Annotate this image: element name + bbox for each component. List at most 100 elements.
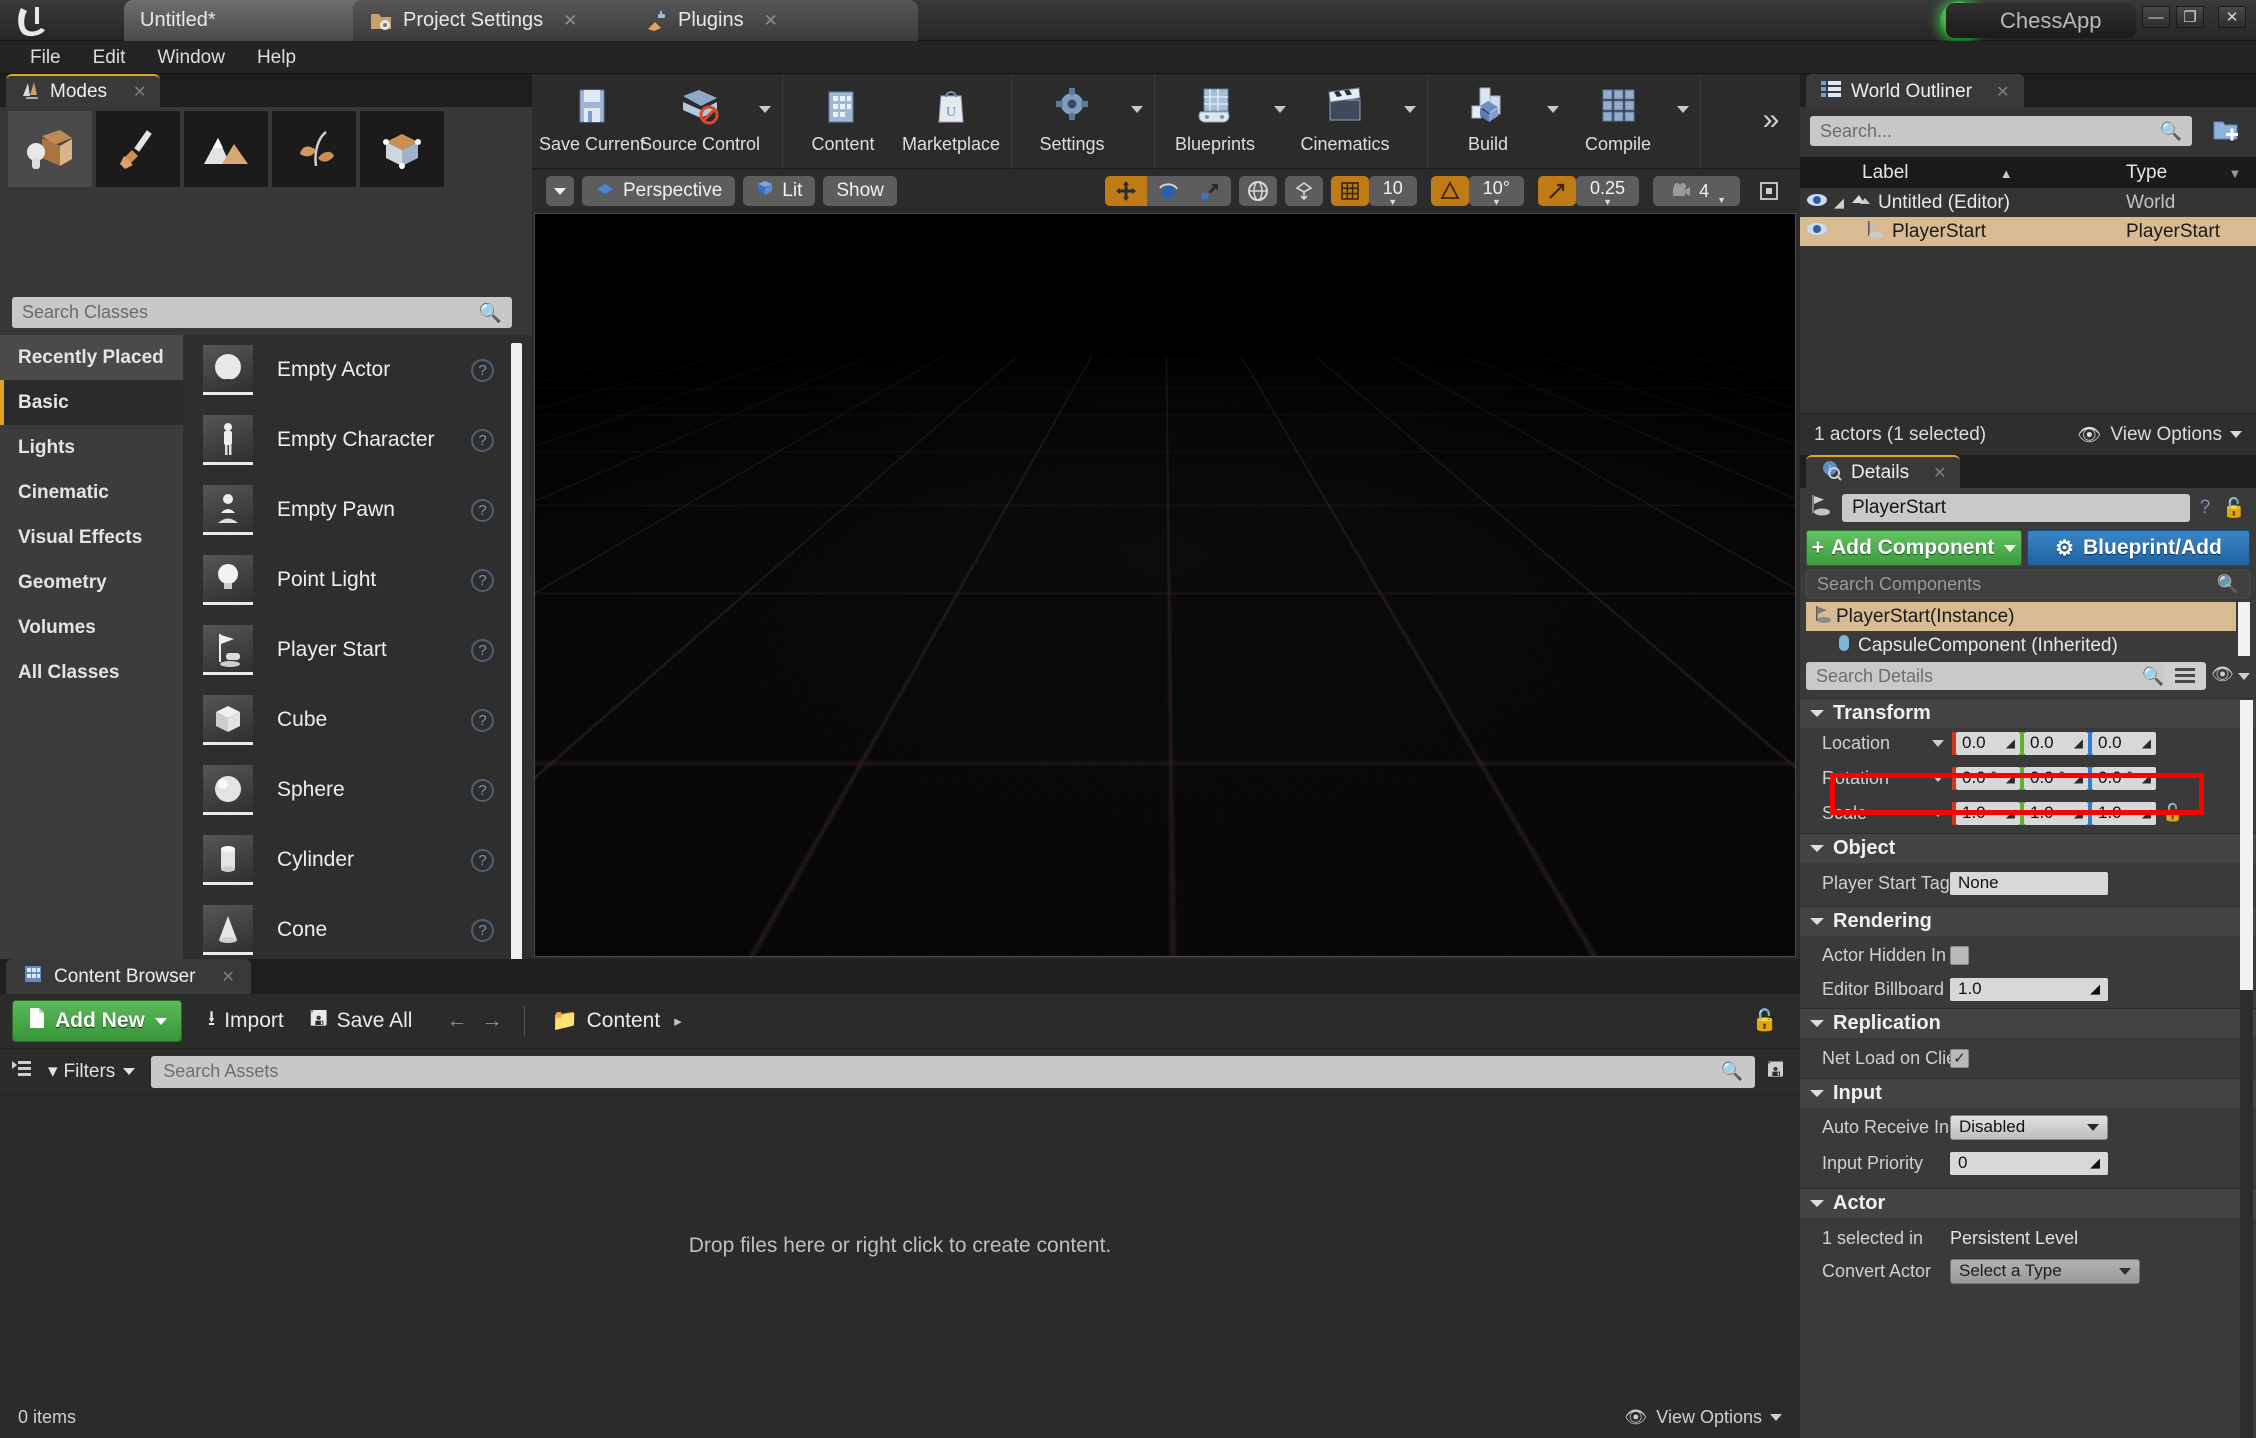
spinner-icon[interactable]: ◢ <box>2006 806 2015 820</box>
visibility-eye-icon[interactable] <box>1800 192 1834 214</box>
toolbar-overflow-button[interactable]: » <box>1746 74 1796 166</box>
actor-name-field[interactable]: PlayerStart <box>1842 494 2190 522</box>
spinner-icon[interactable]: ◢ <box>2090 981 2100 997</box>
rotation-y-input[interactable]: 0.0 ° ◢ <box>2020 766 2088 790</box>
rotate-tool-button[interactable] <box>1147 176 1189 206</box>
spinner-icon[interactable]: ◢ <box>2074 736 2083 750</box>
viewport-options-button[interactable] <box>546 176 574 206</box>
section-header-transform[interactable]: Transform <box>1800 698 2256 728</box>
place-mode-button[interactable] <box>8 111 92 187</box>
menu-edit[interactable]: Edit <box>77 41 142 74</box>
angle-snap-dropdown[interactable]: 10° ▼ <box>1468 176 1525 206</box>
list-item[interactable]: Cone ? <box>183 895 532 959</box>
import-button[interactable]: ⭳ Import <box>208 1004 284 1039</box>
save-current-button[interactable]: Save Current <box>538 74 646 166</box>
scale-x-input[interactable]: 1.0 ◢ <box>1952 801 2020 825</box>
tab-details[interactable]: i Details ✕ <box>1806 455 1961 488</box>
geometry-editing-mode-button[interactable] <box>360 111 444 187</box>
source-control-button[interactable]: Source Control <box>640 74 760 166</box>
scale-snap-toggle[interactable] <box>1538 176 1577 206</box>
rotation-dropdown-icon[interactable] <box>1932 774 1944 782</box>
compile-dropdown-icon[interactable] <box>1672 74 1694 166</box>
grid-snap-toggle[interactable] <box>1330 176 1369 206</box>
surface-snap-toggle[interactable] <box>1284 176 1323 206</box>
help-icon[interactable]: ? <box>471 778 494 802</box>
spinner-icon[interactable]: ◢ <box>2006 736 2015 750</box>
world-coords-toggle[interactable] <box>1238 176 1277 206</box>
menu-file[interactable]: File <box>14 41 77 74</box>
list-item[interactable]: Sphere ? <box>183 755 532 825</box>
location-y-input[interactable]: 0.0 ◢ <box>2020 731 2088 755</box>
net-load-on-client-checkbox[interactable]: ✓ <box>1950 1048 1969 1068</box>
maximize-viewport-icon[interactable] <box>1750 176 1788 206</box>
tab-untitled[interactable]: Untitled* <box>124 0 374 41</box>
content-view-options-button[interactable]: 👁 View Options <box>1624 1407 1782 1428</box>
playerstart-actor-gizmo[interactable] <box>990 449 1350 749</box>
list-item[interactable]: Cube ? <box>183 685 532 755</box>
auto-receive-input-dropdown[interactable]: Disabled <box>1950 1114 2108 1140</box>
details-view-options-icon[interactable]: 👁 <box>2211 664 2250 685</box>
category-all-classes[interactable]: All Classes <box>0 650 183 695</box>
nav-forward-button[interactable]: → <box>481 1009 502 1033</box>
spinner-icon[interactable]: ◢ <box>2090 1155 2100 1171</box>
category-cinematic[interactable]: Cinematic <box>0 470 183 515</box>
content-browser-tab-close-icon[interactable]: ✕ <box>222 967 235 987</box>
tab-world-outliner[interactable]: World Outliner ✕ <box>1806 74 2024 107</box>
spinner-icon[interactable]: ◢ <box>2006 771 2015 785</box>
rotation-z-input[interactable]: 0.0 ° ◢ <box>2088 766 2156 790</box>
category-volumes[interactable]: Volumes <box>0 605 183 650</box>
settings-dropdown-icon[interactable] <box>1126 74 1148 166</box>
viewport-canvas[interactable]: Z Y X ? <box>534 213 1796 957</box>
table-row[interactable]: PlayerStart PlayerStart <box>1800 217 2256 246</box>
minimize-button[interactable]: — <box>2142 6 2170 28</box>
scale-lock-icon[interactable]: 🔓 <box>2162 803 2183 823</box>
details-display-options-icon[interactable] <box>2164 662 2206 690</box>
components-scrollbar[interactable] <box>2238 602 2250 656</box>
spinner-icon[interactable]: ◢ <box>2142 736 2151 750</box>
spinner-icon[interactable]: ◢ <box>2142 806 2151 820</box>
maximize-button[interactable]: ❐ <box>2176 6 2204 28</box>
help-icon[interactable]: ? <box>2190 497 2220 519</box>
actor-hidden-checkbox[interactable] <box>1950 945 1969 965</box>
details-tab-close-icon[interactable]: ✕ <box>1933 463 1946 483</box>
spinner-icon[interactable]: ◢ <box>2142 771 2151 785</box>
scale-dropdown-icon[interactable] <box>1932 809 1944 817</box>
section-header-input[interactable]: Input <box>1800 1078 2256 1108</box>
breadcrumb-arrow-icon[interactable]: ▸ <box>674 1012 682 1030</box>
help-icon[interactable]: ? <box>471 638 494 662</box>
category-lights[interactable]: Lights <box>0 425 183 470</box>
add-new-button[interactable]: Add New <box>12 1000 182 1042</box>
scale-snap-dropdown[interactable]: 0.25 ▼ <box>1576 176 1640 206</box>
paint-mode-button[interactable] <box>96 111 180 187</box>
landscape-mode-button[interactable] <box>184 111 268 187</box>
location-x-input[interactable]: 0.0 ◢ <box>1952 731 2020 755</box>
column-type[interactable]: Type ▼ <box>2126 162 2256 184</box>
blueprints-button[interactable]: Blueprints <box>1161 74 1269 166</box>
menu-window[interactable]: Window <box>141 41 241 74</box>
create-folder-icon[interactable] <box>2212 117 2242 151</box>
outliner-view-options-button[interactable]: 👁 View Options <box>2077 423 2242 447</box>
help-icon[interactable]: ? <box>471 498 494 522</box>
spinner-icon[interactable]: ◢ <box>2074 771 2083 785</box>
scale-y-input[interactable]: 1.0 ◢ <box>2020 801 2088 825</box>
category-basic[interactable]: Basic <box>0 380 183 425</box>
grid-size-dropdown[interactable]: 10 ▼ <box>1368 176 1417 206</box>
section-header-object[interactable]: Object <box>1800 833 2256 863</box>
scale-z-input[interactable]: 1.0 ◢ <box>2088 801 2156 825</box>
input-priority-input[interactable]: 0 ◢ <box>1950 1151 2108 1175</box>
search-components-input[interactable]: Search Components 🔍 <box>1806 570 2250 598</box>
cinematics-button[interactable]: Cinematics <box>1291 74 1399 166</box>
close-button[interactable]: ✕ <box>2218 6 2246 28</box>
help-icon[interactable]: ? <box>471 918 494 942</box>
content-button[interactable]: Content <box>789 74 897 166</box>
help-icon[interactable]: ? <box>471 708 494 732</box>
list-item[interactable]: Empty Character ? <box>183 405 532 475</box>
translate-tool-button[interactable] <box>1104 176 1147 206</box>
angle-snap-toggle[interactable] <box>1430 176 1469 206</box>
help-icon[interactable]: ? <box>471 568 494 592</box>
save-all-button[interactable]: 🖪 Save All <box>310 1004 413 1039</box>
editor-billboard-scale-input[interactable]: 1.0 ◢ <box>1950 977 2108 1001</box>
blueprint-add-script-button[interactable]: ⚙ Blueprint/Add <box>2027 530 2250 566</box>
save-search-icon[interactable]: 🖪 <box>1767 1055 1784 1089</box>
search-assets-input[interactable]: Search Assets 🔍 <box>151 1055 1755 1088</box>
